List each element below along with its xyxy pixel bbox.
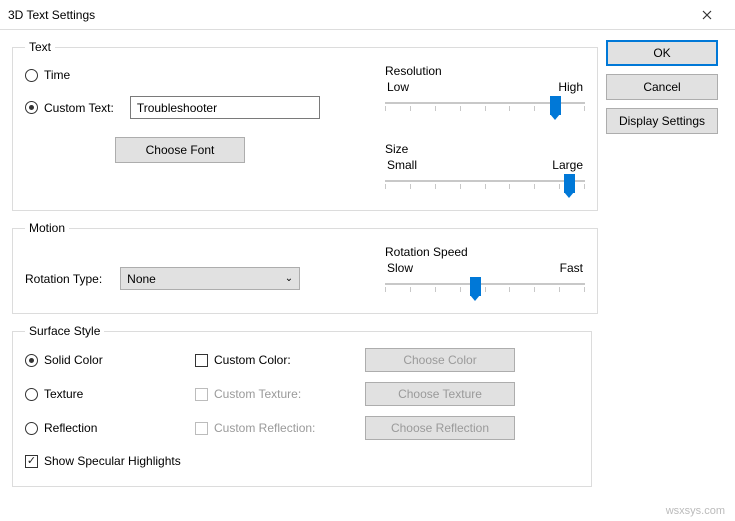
rotation-type-select[interactable]: None ⌄ <box>120 267 300 290</box>
window-title: 3D Text Settings <box>8 8 687 22</box>
custom-texture-label: Custom Texture: <box>214 387 301 401</box>
watermark: wsxsys.com <box>666 505 725 517</box>
checkbox-checked-icon: ✓ <box>25 455 38 468</box>
text-legend: Text <box>25 40 55 54</box>
ok-label: OK <box>653 46 670 60</box>
size-thumb[interactable] <box>564 174 575 193</box>
choose-font-label: Choose Font <box>146 143 215 157</box>
custom-color-label: Custom Color: <box>214 353 291 367</box>
resolution-high: High <box>558 80 583 94</box>
custom-texture-check: Custom Texture: <box>195 387 365 401</box>
motion-legend: Motion <box>25 221 69 235</box>
choose-reflection-label: Choose Reflection <box>391 421 489 435</box>
texture-radio[interactable]: Texture <box>25 387 195 401</box>
texture-label: Texture <box>44 387 83 401</box>
checkbox-disabled-icon <box>195 388 208 401</box>
rotation-speed-label: Rotation Speed <box>385 245 585 259</box>
display-settings-button[interactable]: Display Settings <box>606 108 718 134</box>
checkbox-disabled-icon <box>195 422 208 435</box>
choose-color-button: Choose Color <box>365 348 515 372</box>
surface-legend: Surface Style <box>25 324 104 338</box>
cancel-label: Cancel <box>643 80 680 94</box>
reflection-radio[interactable]: Reflection <box>25 421 195 435</box>
show-specular-label: Show Specular Highlights <box>44 454 181 468</box>
custom-text-input[interactable] <box>130 96 320 119</box>
show-specular-check[interactable]: ✓ Show Specular Highlights <box>25 454 579 468</box>
checkbox-unchecked-icon <box>195 354 208 367</box>
size-large: Large <box>552 158 583 172</box>
time-label: Time <box>44 68 70 82</box>
solid-color-label: Solid Color <box>44 353 103 367</box>
resolution-thumb[interactable] <box>550 96 561 115</box>
radio-checked-icon <box>25 101 38 114</box>
choose-texture-label: Choose Texture <box>398 387 482 401</box>
rotation-thumb[interactable] <box>470 277 481 296</box>
choose-font-button[interactable]: Choose Font <box>115 137 245 163</box>
time-radio[interactable]: Time <box>25 68 355 82</box>
resolution-label: Resolution <box>385 64 585 78</box>
rotation-speed-slider[interactable]: Rotation Speed Slow Fast <box>385 245 585 299</box>
choose-reflection-button: Choose Reflection <box>365 416 515 440</box>
ok-button[interactable]: OK <box>606 40 718 66</box>
close-icon <box>702 10 712 20</box>
choose-color-label: Choose Color <box>403 353 476 367</box>
radio-checked-icon <box>25 354 38 367</box>
rotation-type-label: Rotation Type: <box>25 272 102 286</box>
text-group: Text Time Custom Text: Choose Font <box>12 40 598 211</box>
custom-text-radio[interactable]: Custom Text: <box>25 96 355 119</box>
motion-group: Motion Rotation Type: None ⌄ Rotation Sp… <box>12 221 598 314</box>
radio-unchecked-icon <box>25 388 38 401</box>
solid-color-radio[interactable]: Solid Color <box>25 353 195 367</box>
custom-reflection-check: Custom Reflection: <box>195 421 365 435</box>
custom-reflection-label: Custom Reflection: <box>214 421 315 435</box>
reflection-label: Reflection <box>44 421 97 435</box>
surface-group: Surface Style Solid Color Custom Color: … <box>12 324 592 487</box>
size-slider[interactable]: Size Small Large <box>385 142 585 196</box>
resolution-slider[interactable]: Resolution Low High <box>385 64 585 118</box>
rotation-slow: Slow <box>387 261 413 275</box>
resolution-low: Low <box>387 80 409 94</box>
custom-color-check[interactable]: Custom Color: <box>195 353 365 367</box>
size-label: Size <box>385 142 585 156</box>
chevron-down-icon: ⌄ <box>285 273 293 284</box>
custom-text-label: Custom Text: <box>44 101 114 115</box>
title-bar: 3D Text Settings <box>0 0 735 30</box>
size-small: Small <box>387 158 417 172</box>
close-button[interactable] <box>687 1 727 29</box>
rotation-type-value: None <box>127 272 156 286</box>
display-settings-label: Display Settings <box>619 114 705 128</box>
cancel-button[interactable]: Cancel <box>606 74 718 100</box>
radio-unchecked-icon <box>25 422 38 435</box>
radio-unchecked-icon <box>25 69 38 82</box>
rotation-fast: Fast <box>560 261 583 275</box>
choose-texture-button: Choose Texture <box>365 382 515 406</box>
